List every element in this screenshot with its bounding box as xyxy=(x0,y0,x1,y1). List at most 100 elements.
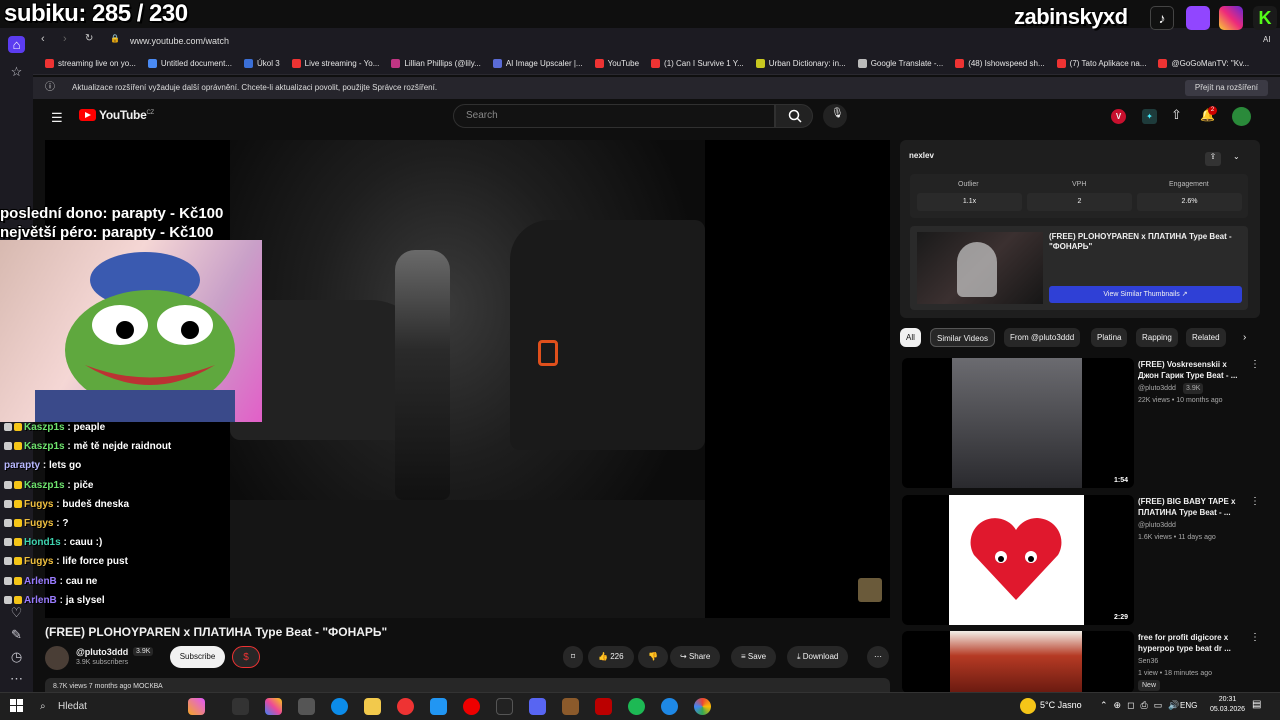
rec-thumbnail-3[interactable] xyxy=(902,631,1134,693)
go-to-extensions-button[interactable]: Přejít na rozšíření xyxy=(1184,80,1268,96)
rec-thumbnail-1[interactable] xyxy=(902,358,1134,488)
bookmark-item[interactable]: (7) Tato Aplikace na... xyxy=(1056,59,1146,68)
bookmark-item[interactable]: (1) Can I Survive 1 Y... xyxy=(651,59,744,68)
bookmark-item[interactable]: Urban Dictionary: in... xyxy=(755,59,846,68)
copilot-sparkle-icon[interactable] xyxy=(188,698,205,715)
like-button[interactable]: 👍 226 xyxy=(588,646,634,668)
edge-icon[interactable] xyxy=(331,698,348,715)
thumbnail-figure xyxy=(957,242,997,297)
chat-message: Kaszp1s : peaple xyxy=(4,422,105,433)
bookmark-item[interactable]: Untitled document... xyxy=(147,59,232,68)
opera-icon[interactable] xyxy=(397,698,414,715)
bookmark-item[interactable]: YouTube xyxy=(594,59,639,68)
valorant-icon[interactable] xyxy=(595,698,612,715)
search-input[interactable]: Search xyxy=(453,104,775,128)
weather-text[interactable]: 5°C Jasno xyxy=(1040,700,1082,710)
notification-center-icon[interactable]: ▤ xyxy=(1252,699,1261,710)
heart-icon xyxy=(970,518,1062,600)
star-icon[interactable]: ☆ xyxy=(8,63,25,80)
bookmark-icon[interactable]: ⌑ xyxy=(563,646,583,668)
share-button[interactable]: ↪ Share xyxy=(670,646,721,668)
chevron-down-icon[interactable]: ⌄ xyxy=(1233,152,1240,161)
rec-channel[interactable]: @pluto3ddd xyxy=(1138,383,1176,394)
copilot-icon[interactable] xyxy=(265,698,282,715)
forward-icon[interactable]: › xyxy=(63,33,67,45)
task-view-icon[interactable] xyxy=(232,698,249,715)
rec-title[interactable]: (FREE) BIG BABY TAPE x ПЛАТИНА Type Beat… xyxy=(1138,496,1248,518)
avatar[interactable] xyxy=(1232,107,1251,126)
bookmark-item[interactable]: Google Translate -... xyxy=(857,59,943,68)
minecraft-icon[interactable] xyxy=(562,698,579,715)
more-vert-icon[interactable]: ⋮ xyxy=(1250,632,1260,643)
chip-related[interactable]: Related xyxy=(1186,328,1226,347)
rec-channel[interactable]: @pluto3ddd xyxy=(1138,520,1176,531)
tray-icons[interactable]: ⌃⊕◻⎙▭🔊 xyxy=(1100,700,1185,711)
subscribe-button[interactable]: Subscribe xyxy=(170,646,225,668)
more-vert-icon[interactable]: ⋮ xyxy=(1250,359,1260,370)
rec-duration: 2:29 xyxy=(1114,614,1129,621)
chevron-right-icon[interactable]: › xyxy=(1243,332,1246,343)
thanks-button[interactable]: $ xyxy=(232,646,260,668)
upload-icon[interactable]: ⇧ xyxy=(1171,107,1182,123)
bookmark-item[interactable]: Úkol 3 xyxy=(243,59,280,68)
spotify-icon[interactable] xyxy=(628,698,645,715)
rec-title[interactable]: (FREE) Voskresenskii x Джон Гарик Type B… xyxy=(1138,359,1248,381)
bookmark-item[interactable]: Live streaming - Yo... xyxy=(291,59,379,68)
dislike-button[interactable]: 👎 xyxy=(638,646,668,668)
download-button[interactable]: ⤓ Download xyxy=(787,646,849,668)
rec-thumbnail-2[interactable] xyxy=(902,495,1134,625)
clock[interactable]: 20:31 05.03.2026 xyxy=(1210,695,1245,715)
channel-avatar[interactable] xyxy=(45,646,69,670)
rec-meta: 22K views • 10 months ago xyxy=(1138,397,1223,404)
mic-button[interactable]: 🎙 xyxy=(823,104,847,128)
bookmark-item[interactable]: (48) Ishowspeed sh... xyxy=(955,59,1045,68)
file-explorer-icon[interactable] xyxy=(364,698,381,715)
chip-from-pluto3ddd[interactable]: From @pluto3ddd xyxy=(1004,328,1081,347)
more-icon[interactable]: ⋯ xyxy=(8,670,25,687)
discord-icon[interactable] xyxy=(529,698,546,715)
more-actions-button[interactable]: ⋯ xyxy=(867,646,889,668)
more-vert-icon[interactable]: ⋮ xyxy=(1250,496,1260,507)
rec-title[interactable]: free for profit digicore x hyperpop type… xyxy=(1138,632,1248,654)
vidiq-icon[interactable]: V xyxy=(1111,109,1126,124)
opera-gx-icon[interactable] xyxy=(463,698,480,715)
chip-similar-videos[interactable]: Similar Videos xyxy=(930,328,995,347)
back-icon[interactable]: ‹ xyxy=(41,33,45,45)
windows-start-icon[interactable] xyxy=(10,699,23,712)
save-button[interactable]: ≡ Save xyxy=(731,646,777,668)
weather-sun-icon xyxy=(1020,698,1036,714)
search-icon xyxy=(788,109,802,123)
bookmark-item[interactable]: streaming live on yo... xyxy=(45,59,136,68)
menu-icon[interactable]: ☰ xyxy=(51,110,63,126)
view-similar-thumbnails-button[interactable]: View Similar Thumbnails ↗ xyxy=(1049,286,1242,303)
ai-label[interactable]: AI xyxy=(1263,35,1271,44)
url-bar[interactable]: www.youtube.com/watch xyxy=(130,33,970,49)
chip-all[interactable]: All xyxy=(900,328,921,347)
share-label: Share xyxy=(688,652,711,661)
subscriber-count: 3.9K subscribers xyxy=(76,659,129,666)
opera-home-icon[interactable]: ⌂ xyxy=(8,36,25,53)
channel-name[interactable]: @pluto3ddd xyxy=(76,647,128,657)
rec-channel[interactable]: Sen36 xyxy=(1138,656,1158,667)
obs-icon[interactable] xyxy=(496,698,513,715)
channel-watermark[interactable] xyxy=(858,578,882,602)
terminal-icon[interactable] xyxy=(298,698,315,715)
bookmark-item[interactable]: AI Image Upscaler |... xyxy=(492,59,583,68)
crown-badge-icon xyxy=(14,576,22,585)
history-icon[interactable]: ◷ xyxy=(8,648,25,665)
app-icon-2[interactable] xyxy=(661,698,678,715)
pepe-avatar xyxy=(35,252,235,422)
chrome-icon[interactable] xyxy=(694,698,711,715)
app-icon[interactable] xyxy=(430,698,447,715)
bookmark-item[interactable]: @GoGoManTV: "Kv... xyxy=(1158,59,1249,68)
reload-icon[interactable]: ↻ xyxy=(85,33,93,44)
share-icon[interactable]: ⇪ xyxy=(1205,152,1221,166)
bookmark-item[interactable]: Lillian Phillips (@lily... xyxy=(391,59,481,68)
edit-icon[interactable]: ✎ xyxy=(8,626,25,643)
extension-icon[interactable]: ✦ xyxy=(1142,109,1157,124)
search-button[interactable] xyxy=(775,104,813,128)
youtube-logo[interactable]: YouTubeCZ xyxy=(79,108,154,122)
language-indicator[interactable]: ENG xyxy=(1180,701,1197,710)
chip-platina[interactable]: Platina xyxy=(1091,328,1128,347)
chip-rapping[interactable]: Rapping xyxy=(1136,328,1178,347)
